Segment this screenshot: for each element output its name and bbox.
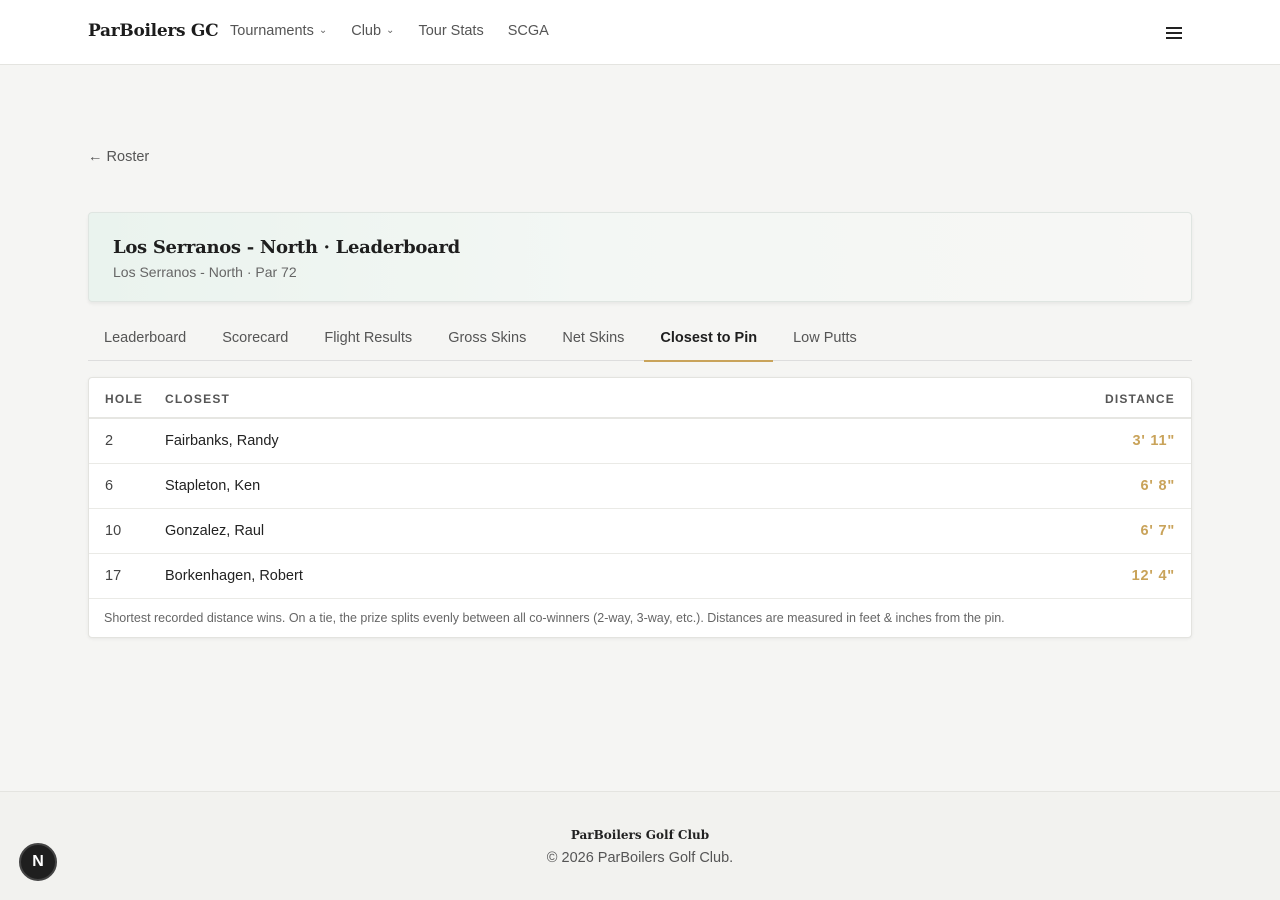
player-name: Borkenhagen, Robert — [165, 568, 303, 584]
page-subtitle: Los Serranos - North · Par 72 — [113, 264, 297, 280]
distance-value: 12' 4" — [1131, 568, 1175, 584]
tab-low-putts[interactable]: Low Putts — [777, 318, 873, 361]
page-title: Los Serranos - North · Leaderboard — [113, 237, 460, 258]
column-header-hole: HOLE — [105, 392, 144, 406]
chevron-down-icon: ⌄ — [318, 24, 328, 36]
hole-number: 10 — [105, 523, 122, 539]
hole-number: 6 — [105, 478, 114, 494]
table-row: 17 Borkenhagen, Robert 12' 4" — [89, 554, 1191, 599]
tab-leaderboard[interactable]: Leaderboard — [88, 318, 202, 361]
table-header: HOLE CLOSEST DISTANCE — [89, 378, 1191, 419]
closest-to-pin-table: HOLE CLOSEST DISTANCE 2 Fairbanks, Randy… — [88, 377, 1192, 638]
footer-copyright: © 2026 ParBoilers Golf Club. — [546, 850, 734, 866]
column-header-closest: CLOSEST — [165, 392, 231, 406]
chevron-down-icon: ⌄ — [386, 24, 395, 36]
site-footer: ParBoilers Golf Club © 2026 ParBoilers G… — [0, 791, 1280, 900]
tab-scorecard[interactable]: Scorecard — [206, 318, 304, 361]
main-nav: Tournaments ⌄ Club ⌄ Tour Stats SCGA — [230, 23, 549, 39]
nav-label: Club — [351, 23, 382, 39]
nav-scga[interactable]: SCGA — [508, 23, 549, 39]
rules-note: Shortest recorded distance wins. On a ti… — [104, 611, 1005, 625]
player-name: Stapleton, Ken — [165, 478, 261, 494]
dev-tools-badge-icon[interactable]: N — [19, 843, 57, 881]
event-header-card: Los Serranos - North · Leaderboard Los S… — [88, 212, 1192, 302]
distance-value: 6' 8" — [1140, 478, 1175, 494]
nav-tour-stats[interactable]: Tour Stats — [418, 23, 483, 39]
hole-number: 17 — [105, 568, 122, 584]
table-row: 2 Fairbanks, Randy 3' 11" — [89, 419, 1191, 464]
results-tabs: Leaderboard Scorecard Flight Results Gro… — [88, 318, 1192, 362]
distance-value: 3' 11" — [1132, 433, 1175, 449]
table-row: 6 Stapleton, Ken 6' 8" — [89, 464, 1191, 509]
nav-label: SCGA — [507, 23, 549, 39]
back-to-roster-link[interactable]: ← Roster — [88, 149, 149, 165]
nav-label: Tournaments — [230, 23, 314, 39]
hole-number: 2 — [105, 433, 114, 449]
tab-flight-results[interactable]: Flight Results — [308, 318, 428, 361]
column-header-distance: DISTANCE — [1104, 392, 1175, 406]
tab-net-skins[interactable]: Net Skins — [546, 318, 640, 361]
nav-tournaments[interactable]: Tournaments ⌄ — [230, 23, 327, 39]
nav-club[interactable]: Club ⌄ — [351, 23, 394, 39]
distance-value: 6' 7" — [1140, 523, 1175, 539]
tab-gross-skins[interactable]: Gross Skins — [432, 318, 542, 361]
hamburger-icon[interactable] — [1166, 27, 1182, 41]
table-row: 10 Gonzalez, Raul 6' 7" — [89, 509, 1191, 554]
brand-logo[interactable]: ParBoilers GC — [88, 21, 219, 41]
player-name: Fairbanks, Randy — [165, 433, 279, 449]
top-navbar: ParBoilers GC Tournaments ⌄ Club ⌄ Tour … — [0, 0, 1280, 65]
footer-club-name: ParBoilers Golf Club — [570, 828, 710, 842]
tab-closest-to-pin[interactable]: Closest to Pin — [644, 318, 773, 362]
player-name: Gonzalez, Raul — [165, 523, 265, 539]
nav-label: Tour Stats — [418, 23, 484, 39]
